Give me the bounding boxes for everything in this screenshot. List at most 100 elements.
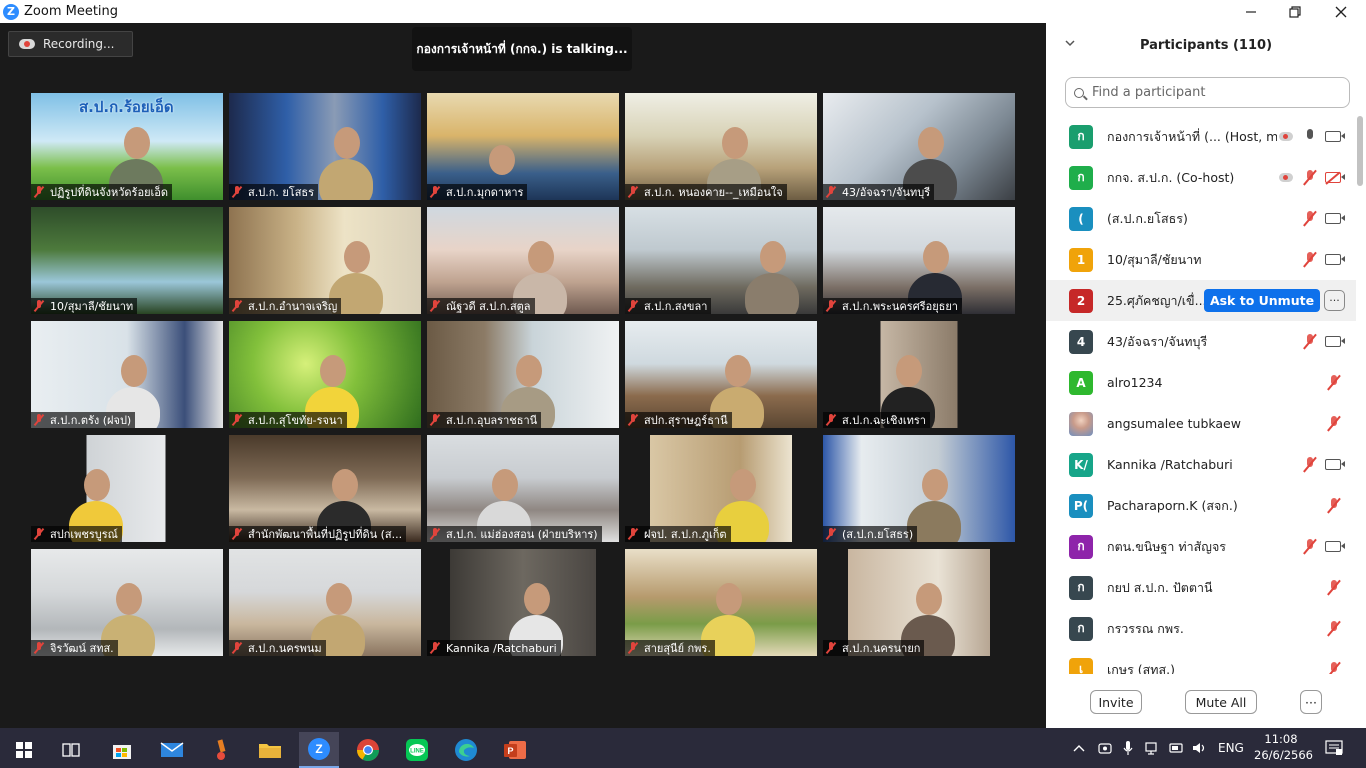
video-tile[interactable]: ฝจป. ส.ป.ก.ภูเก็ต: [625, 435, 817, 542]
microsoft-store-icon: [113, 745, 131, 759]
tray-battery-power[interactable]: [1169, 728, 1185, 768]
video-tile[interactable]: ส.ป.ก.สงขลา: [625, 207, 817, 314]
participant-more-button[interactable]: ···: [1324, 290, 1345, 311]
muted-mic-icon[interactable]: [1304, 334, 1316, 350]
recording-indicator[interactable]: Recording...: [8, 31, 133, 57]
video-camera-icon[interactable]: [1325, 336, 1345, 347]
video-camera-icon[interactable]: [1325, 459, 1345, 470]
video-tile-label: Kannika /Ratchaburi: [427, 640, 561, 656]
video-tile[interactable]: ส.ป.ก. แม่ฮ่องสอน (ฝ่ายบริหาร): [427, 435, 619, 542]
taskbar-chrome[interactable]: [348, 732, 388, 768]
participant-row[interactable]: angsumalee tubkaew: [1046, 403, 1356, 444]
video-tile[interactable]: ส.ป.ก.ฉะเชิงเทรา: [823, 321, 1015, 428]
muted-mic-icon[interactable]: [1304, 170, 1316, 186]
video-tile[interactable]: จิรวัฒน์ สทส.: [31, 549, 223, 656]
tray-network[interactable]: [1145, 728, 1161, 768]
participants-more-button[interactable]: ···: [1300, 690, 1322, 714]
muted-mic-icon[interactable]: [1304, 252, 1316, 268]
ask-to-unmute-button[interactable]: Ask to Unmute: [1204, 289, 1320, 312]
restore-button[interactable]: [1272, 0, 1318, 23]
tray-clock[interactable]: 11:08 26/6/2566: [1254, 731, 1313, 763]
video-camera-icon[interactable]: [1325, 541, 1345, 552]
video-tile[interactable]: สายสุนีย์ กพร.: [625, 549, 817, 656]
participant-row[interactable]: ก กกจ. ส.ป.ก. (Co-host): [1046, 157, 1356, 198]
taskbar-zoom[interactable]: Z: [299, 732, 339, 768]
start-button[interactable]: [4, 732, 44, 768]
task-view-button[interactable]: [51, 732, 91, 768]
muted-mic-icon[interactable]: [1328, 662, 1340, 674]
participant-row[interactable]: K/Kannika /Ratchaburi: [1046, 444, 1356, 485]
power-icon: [1169, 743, 1183, 753]
taskbar-powerpoint[interactable]: P: [495, 732, 535, 768]
video-tile[interactable]: ส.ป.ก.พระนครศรีอยุธยา: [823, 207, 1015, 314]
close-button[interactable]: [1318, 0, 1364, 23]
show-hidden-icons-button[interactable]: [1072, 728, 1086, 768]
video-tile[interactable]: สปก.สุราษฎร์ธานี: [625, 321, 817, 428]
video-tile[interactable]: สปกเพชรบูรณ์: [31, 435, 223, 542]
video-tile[interactable]: สำนักพัฒนาพื้นที่ปฏิรูปที่ดิน (ส...: [229, 435, 421, 542]
tray-meet-now[interactable]: [1098, 728, 1112, 768]
action-center-button[interactable]: [1325, 728, 1343, 768]
video-tile[interactable]: ส.ป.ก.ร้อยเอ็ด ปฏิรูปที่ดินจังหวัดร้อยเอ็…: [31, 93, 223, 200]
video-tile[interactable]: ส.ป.ก.ตรัง (ฝจป): [31, 321, 223, 428]
participant-row[interactable]: 4 43/อัจฉรา/จันทบุรี: [1046, 321, 1356, 362]
taskbar-mail[interactable]: [152, 732, 192, 768]
video-tile[interactable]: Kannika /Ratchaburi: [427, 549, 619, 656]
video-tile[interactable]: ส.ป.ก. หนองคาย--_เหมือนใจ: [625, 93, 817, 200]
participant-row[interactable]: ก กยป ส.ป.ก. ปัตตานี: [1046, 567, 1356, 608]
taskbar-line[interactable]: LINE: [397, 732, 437, 768]
muted-mic-icon[interactable]: [1304, 211, 1316, 227]
video-camera-icon[interactable]: [1325, 131, 1345, 142]
taskbar-edge[interactable]: [446, 732, 486, 768]
participant-row[interactable]: ((ส.ป.ก.ยโสธร): [1046, 198, 1356, 239]
video-tile[interactable]: (ส.ป.ก.ยโสธร): [823, 435, 1015, 542]
participant-face: [84, 469, 110, 501]
taskbar-paint[interactable]: [201, 732, 241, 768]
muted-mic-icon[interactable]: [1304, 539, 1316, 555]
participant-face: [492, 469, 518, 501]
video-camera-icon[interactable]: [1325, 213, 1345, 224]
taskbar-file-explorer[interactable]: [250, 732, 290, 768]
video-tile[interactable]: 43/อัจฉรา/จันทบุรี: [823, 93, 1015, 200]
participant-row[interactable]: ก กรวรรณ กพร.: [1046, 608, 1356, 649]
muted-mic-icon[interactable]: [1328, 621, 1340, 637]
muted-mic-icon[interactable]: [1328, 580, 1340, 596]
minimize-icon: [1246, 10, 1256, 13]
video-tile[interactable]: ส.ป.ก.นครพนม: [229, 549, 421, 656]
participant-row[interactable]: ก กองการเจ้าหน้าที่ (... (Host, me): [1046, 116, 1356, 157]
muted-mic-icon[interactable]: [1328, 498, 1340, 514]
video-tile[interactable]: ส.ป.ก.อุบลราชธานี: [427, 321, 619, 428]
scrollbar-thumb[interactable]: [1357, 116, 1363, 186]
taskbar-store[interactable]: [102, 732, 142, 768]
video-tile[interactable]: ส.ป.ก.อำนาจเจริญ: [229, 207, 421, 314]
mute-all-button[interactable]: Mute All: [1185, 690, 1257, 714]
mic-icon[interactable]: [1304, 129, 1316, 145]
participant-row[interactable]: เ เกษร (สทส.): [1046, 649, 1356, 674]
video-off-icon[interactable]: [1325, 172, 1345, 183]
minimize-button[interactable]: [1228, 0, 1274, 23]
video-tile[interactable]: ส.ป.ก.สุโขทัย-รจนา: [229, 321, 421, 428]
video-tile[interactable]: ณัฐวดี ส.ป.ก.สตูล: [427, 207, 619, 314]
video-tile[interactable]: ส.ป.ก. ยโสธร: [229, 93, 421, 200]
participant-row[interactable]: ก กตน.ขนิษฐา ท่าสัญจร: [1046, 526, 1356, 567]
video-tile[interactable]: 10/สุมาลี/ชัยนาท: [31, 207, 223, 314]
tray-volume[interactable]: [1192, 728, 1208, 768]
muted-mic-icon[interactable]: [1328, 416, 1340, 432]
participant-row[interactable]: Aalro1234: [1046, 362, 1356, 403]
video-tile[interactable]: ส.ป.ก.นครนายก: [823, 549, 1015, 656]
video-tile[interactable]: ส.ป.ก.มุกดาหาร: [427, 93, 619, 200]
video-tile-name: Kannika /Ratchaburi: [446, 641, 557, 655]
invite-button[interactable]: Invite: [1090, 690, 1142, 714]
tray-microphone[interactable]: [1122, 728, 1134, 768]
participant-row[interactable]: 1 10/สุมาลี/ชัยนาท: [1046, 239, 1356, 280]
participant-row[interactable]: P(Pacharaporn.K (สจก.): [1046, 485, 1356, 526]
mute-all-label: Mute All: [1195, 694, 1247, 710]
participant-search[interactable]: [1065, 77, 1350, 108]
muted-mic-icon[interactable]: [1304, 457, 1316, 473]
tray-input-language[interactable]: ENG: [1218, 728, 1244, 768]
participant-list-scrollbar[interactable]: [1356, 116, 1364, 674]
participant-row[interactable]: 2 25.ศุภัคชญา/เขื่... Ask to Unmute ···: [1046, 280, 1356, 321]
participant-search-input[interactable]: [1092, 85, 1332, 100]
muted-mic-icon[interactable]: [1328, 375, 1340, 391]
video-camera-icon[interactable]: [1325, 254, 1345, 265]
